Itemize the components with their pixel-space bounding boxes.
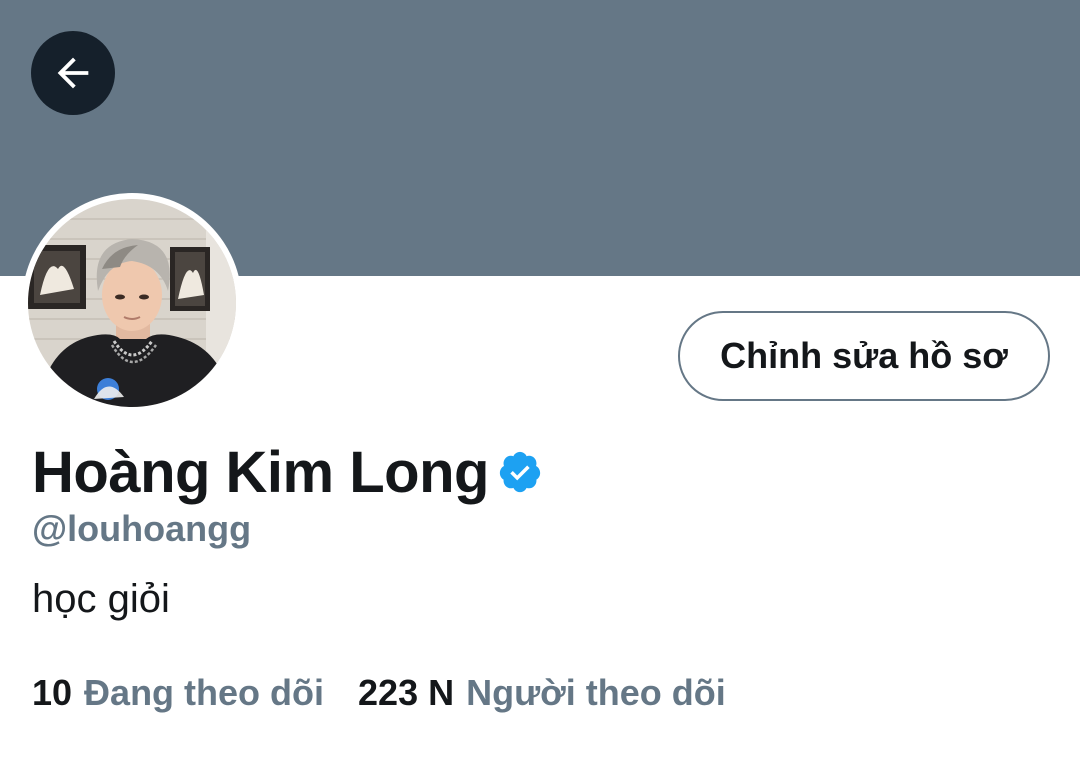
back-button[interactable] bbox=[31, 31, 115, 115]
profile-bio: học giỏi bbox=[32, 577, 170, 621]
arrow-left-icon bbox=[57, 57, 89, 89]
followers-stat[interactable]: 223 N Người theo dõi bbox=[358, 672, 726, 714]
followers-count: 223 N bbox=[358, 672, 455, 713]
verified-badge-icon bbox=[497, 449, 543, 495]
avatar-photo bbox=[28, 199, 236, 407]
display-name-row: Hoàng Kim Long bbox=[32, 432, 543, 512]
display-name: Hoàng Kim Long bbox=[32, 439, 489, 505]
profile-handle: @louhoangg bbox=[32, 508, 252, 549]
followers-label: Người theo dõi bbox=[466, 672, 726, 713]
avatar[interactable] bbox=[22, 193, 242, 413]
profile-stats: 10 Đang theo dõi 223 N Người theo dõi bbox=[32, 672, 726, 714]
following-stat[interactable]: 10 Đang theo dõi bbox=[32, 672, 324, 714]
following-label: Đang theo dõi bbox=[84, 672, 325, 713]
profile-screen: Chỉnh sửa hồ sơ Hoàng Kim Long @louhoang… bbox=[0, 0, 1080, 764]
edit-profile-button[interactable]: Chỉnh sửa hồ sơ bbox=[678, 311, 1050, 401]
following-count: 10 bbox=[32, 672, 73, 713]
